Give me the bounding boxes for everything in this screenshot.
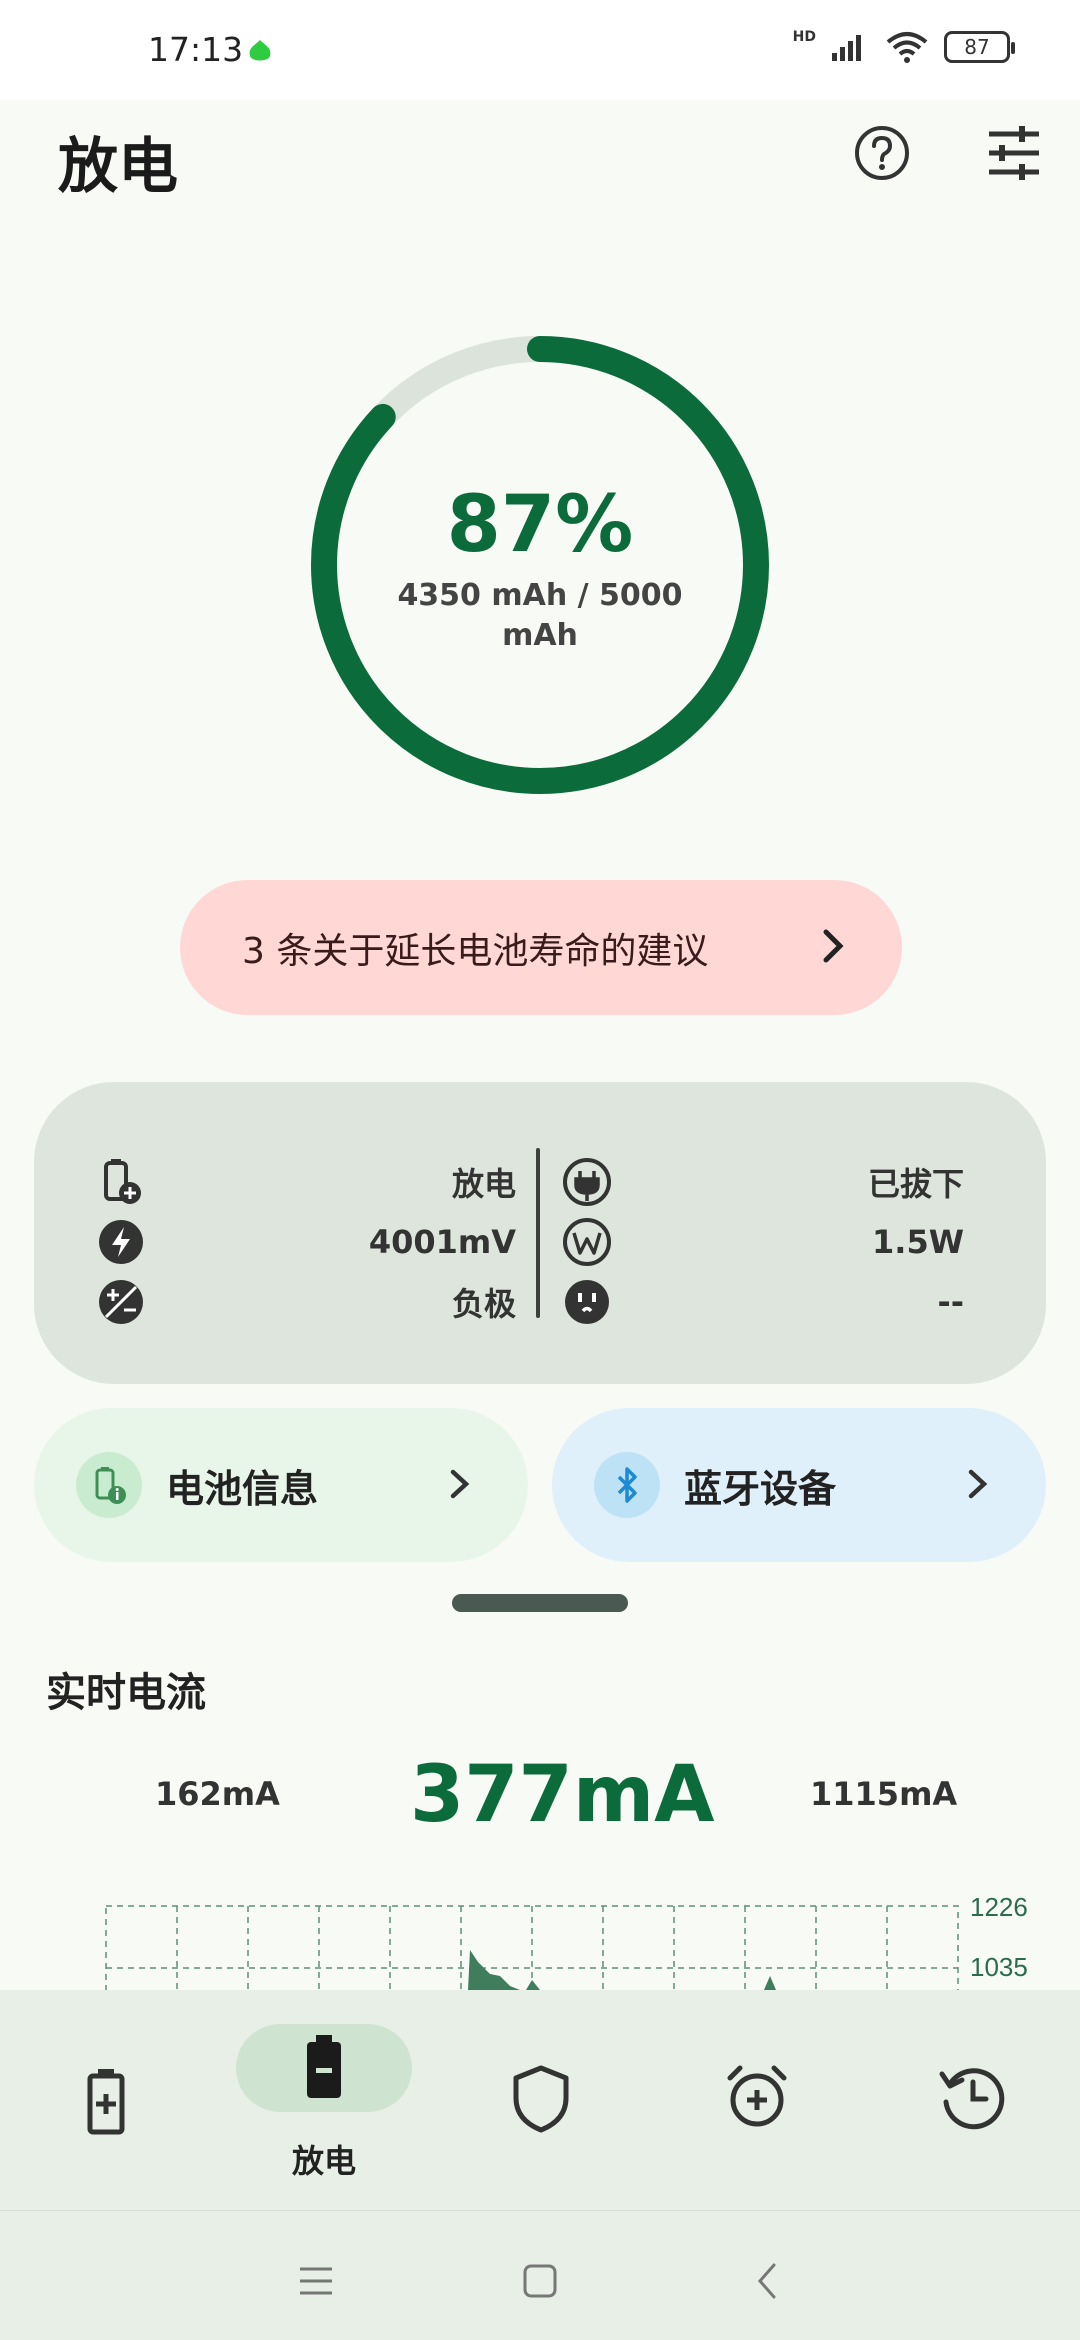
status-row-state: 放电 — [96, 1152, 546, 1212]
graph-area — [526, 1980, 540, 1990]
power-value: 1.5W — [872, 1223, 964, 1261]
battery-info-label: 电池信息 — [166, 1466, 319, 1511]
battery-tips-button[interactable]: 3 条关于延长电池寿命的建议 — [180, 880, 902, 1015]
battery-charge-icon — [87, 2069, 125, 2135]
ring-center: 87% 4350 mAh / 5000 mAh — [310, 480, 770, 656]
outlet-value: -- — [937, 1283, 964, 1321]
current-graph: 1226 1035 — [105, 1892, 1028, 1990]
page-title: 放电 — [58, 132, 178, 202]
graph-area — [764, 1976, 776, 1990]
chevron-right-icon — [450, 1469, 470, 1499]
battery-status-icon: 87 — [944, 31, 1015, 63]
chevron-right-icon — [968, 1469, 988, 1499]
current-now-value: 377mA — [410, 1750, 715, 1840]
history-icon — [939, 2068, 1005, 2130]
app-header: 放电 — [0, 100, 1080, 210]
bottom-navigation: 放电 — [0, 1990, 1080, 2210]
status-value: 放电 — [451, 1165, 516, 1203]
network-type-label: HD — [792, 29, 816, 45]
status-bar: 17:13 HD 87 — [0, 0, 1080, 100]
status-row-voltage: 4001mV — [96, 1212, 546, 1272]
polarity-value: 负极 — [451, 1285, 516, 1323]
plug-value: 已拔下 — [867, 1165, 964, 1203]
drag-handle[interactable] — [452, 1594, 628, 1612]
watt-icon — [563, 1218, 611, 1266]
menu-icon[interactable] — [296, 2261, 336, 2301]
realtime-current-title: 实时电流 — [46, 1670, 206, 1716]
nav-discharge-label: 放电 — [291, 2142, 356, 2180]
bluetooth-devices-button[interactable]: 蓝牙设备 — [552, 1408, 1046, 1562]
y-tick-label: 1035 — [970, 1952, 1028, 1982]
wifi-icon — [886, 32, 928, 63]
signal-icon — [832, 35, 861, 61]
outlet-icon — [565, 1280, 609, 1324]
current-min-value: 162mA — [155, 1775, 280, 1813]
status-row-outlet: -- — [562, 1272, 1012, 1332]
card-divider — [536, 1148, 540, 1318]
chevron-right-icon — [823, 929, 844, 963]
battery-capacity: 4350 mAh / 5000 mAh — [397, 578, 683, 653]
bolt-icon — [99, 1220, 143, 1264]
home-icon[interactable] — [520, 2261, 560, 2301]
voltage-value: 4001mV — [368, 1223, 516, 1261]
alarm-add-icon — [727, 2065, 787, 2127]
status-row-power: 1.5W — [562, 1212, 1012, 1272]
status-row-polarity: 负极 — [96, 1272, 546, 1332]
battery-plus-icon — [104, 1159, 141, 1204]
bluetooth-icon — [594, 1452, 660, 1518]
battery-info-button[interactable]: 电池信息 — [34, 1408, 528, 1562]
help-icon[interactable] — [853, 124, 911, 182]
status-time: 17:13 — [148, 30, 244, 69]
bluetooth-devices-label: 蓝牙设备 — [684, 1466, 837, 1511]
y-tick-label: 1226 — [970, 1892, 1028, 1922]
battery-info-icon — [76, 1452, 142, 1518]
back-icon[interactable] — [748, 2261, 788, 2301]
graph-area — [468, 1950, 520, 1990]
battery-tips-label: 3 条关于延长电池寿命的建议 — [242, 930, 709, 972]
status-icons: HD 87 — [792, 29, 1015, 64]
battery-status-card: 放电 4001mV 负极 已拔下 1.5W -- — [34, 1082, 1046, 1384]
nav-charge[interactable] — [6, 1990, 206, 2210]
shield-icon — [513, 2065, 569, 2133]
system-navigation-bar — [0, 2210, 1080, 2340]
nav-protection[interactable] — [440, 1990, 640, 2210]
nav-alarm[interactable] — [656, 1990, 856, 2210]
battery-discharge-icon — [307, 2035, 341, 2098]
battery-percent: 87% — [446, 480, 634, 570]
settings-sliders-icon[interactable] — [985, 124, 1043, 182]
nav-history[interactable] — [872, 1990, 1072, 2210]
plus-minus-icon — [99, 1280, 143, 1324]
current-max-value: 1115mA — [810, 1775, 958, 1813]
status-row-plug: 已拔下 — [562, 1152, 1012, 1212]
app-notification-icon — [249, 40, 271, 61]
plug-icon — [563, 1158, 611, 1206]
